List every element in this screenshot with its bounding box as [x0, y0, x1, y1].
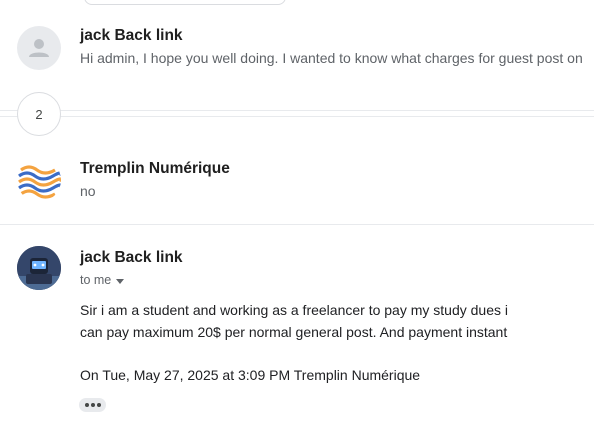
message-body-line: Sir i am a student and working as a free…: [80, 302, 508, 318]
quote-header: On Tue, May 27, 2025 at 3:09 PM Tremplin…: [80, 367, 421, 383]
ellipsis-icon: [96, 403, 101, 407]
top-pill-button[interactable]: [84, 0, 286, 5]
ellipsis-icon: [90, 403, 95, 407]
divider: [0, 224, 594, 225]
chevron-down-icon: [116, 278, 125, 284]
sender-name[interactable]: jack Back link: [80, 249, 183, 267]
message-snippet: Hi admin, I hope you well doing. I wante…: [80, 50, 583, 66]
divider: [0, 110, 594, 111]
sender-name[interactable]: Tremplin Numérique: [80, 160, 230, 178]
message-snippet: no: [80, 183, 96, 199]
recipient-details-toggle[interactable]: to me: [80, 273, 125, 287]
collapsed-messages-count[interactable]: 2: [17, 92, 61, 136]
default-person-icon: [29, 39, 49, 57]
avatar[interactable]: [17, 26, 61, 70]
show-trimmed-content-button[interactable]: [79, 398, 106, 412]
message-body-line: can pay maximum 20$ per normal general p…: [80, 324, 508, 340]
sender-name[interactable]: jack Back link: [80, 27, 183, 45]
orange-blue-wave-logo: [17, 158, 61, 202]
avatar[interactable]: [17, 158, 61, 202]
recipient-label: to me: [80, 273, 112, 287]
robot-profile-photo: [17, 246, 61, 290]
divider: [0, 116, 594, 117]
ellipsis-icon: [84, 403, 89, 407]
avatar[interactable]: [17, 246, 61, 290]
